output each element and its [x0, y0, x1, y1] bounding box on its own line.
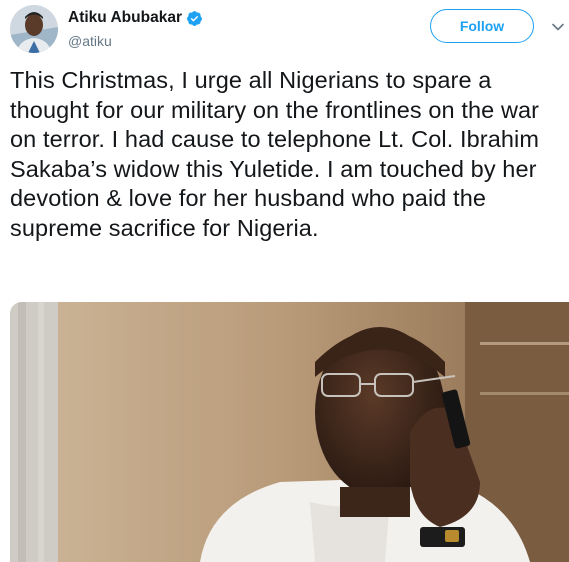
tweet-photo[interactable] — [10, 302, 569, 562]
author-info: Atiku Abubakar @atiku — [68, 8, 203, 49]
tweet-header: Atiku Abubakar @atiku Follow — [0, 0, 569, 60]
follow-button[interactable]: Follow — [430, 9, 534, 43]
avatar[interactable] — [10, 5, 58, 53]
avatar-photo-icon — [10, 5, 58, 53]
verified-badge-icon — [187, 10, 202, 26]
author-handle[interactable]: @atiku — [68, 33, 203, 49]
name-row: Atiku Abubakar — [68, 8, 203, 28]
chevron-down-icon[interactable] — [551, 20, 565, 34]
author-display-name[interactable]: Atiku Abubakar — [68, 9, 182, 27]
photo-image — [10, 302, 569, 562]
tweet-text: This Christmas, I urge all Nigerians to … — [10, 67, 546, 241]
